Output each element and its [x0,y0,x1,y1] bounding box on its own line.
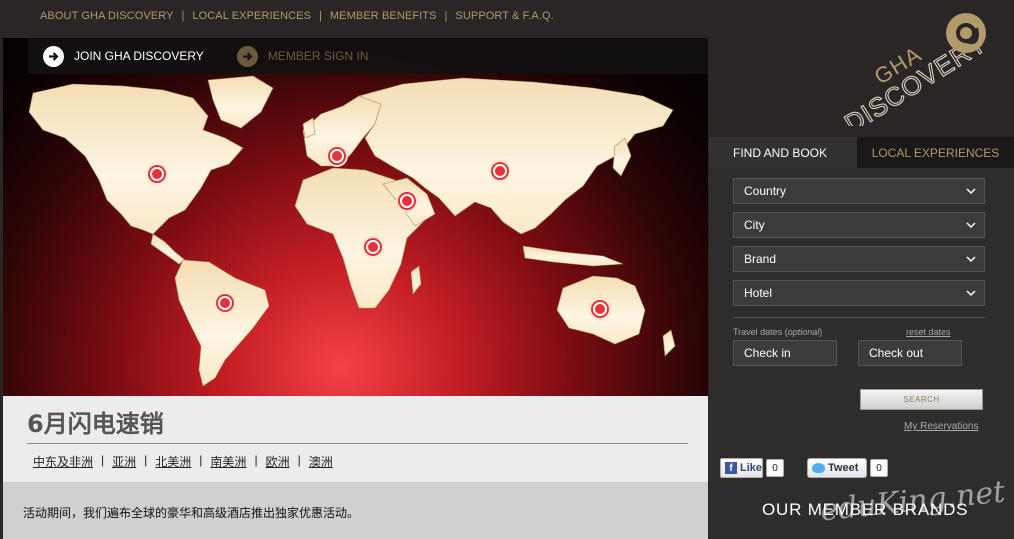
world-map-graphic [28,75,676,387]
my-reservations-link[interactable]: My Reservations [904,421,978,432]
region-link-middle-east-africa[interactable]: 中东及非洲 [33,453,93,470]
map-pin-south-america-icon[interactable] [214,292,236,314]
signin-label: MEMBER SIGN IN [267,49,369,63]
city-select-value: City [744,218,765,232]
promo-description-bar: 活动期间，我们遍布全球的豪华和高级酒店推出独家优惠活动。 [3,482,708,539]
promo-title: 6月闪电速销 [27,410,164,438]
map-pin-africa-icon[interactable] [362,236,384,258]
south-america-shape [174,259,270,387]
region-link-europe[interactable]: 欧洲 [266,453,290,470]
nav-separator: | [444,10,448,22]
top-nav: ABOUT GHA DISCOVERY | LOCAL EXPERIENCES … [40,9,554,23]
chevron-down-icon [966,290,976,297]
map-pin-europe-icon[interactable] [326,145,348,167]
hotel-select[interactable]: Hotel [733,280,985,306]
divider [27,443,688,444]
map-pin-australia-icon[interactable] [589,298,611,320]
nav-about[interactable]: ABOUT GHA DISCOVERY [40,10,174,22]
arrow-right-icon [43,45,64,67]
travel-dates-close: ) [819,327,823,337]
greenland-shape [207,75,274,129]
nav-separator: | [181,10,185,22]
join-bar: JOIN GHA DISCOVERY MEMBER SIGN IN [28,38,708,74]
facebook-icon: f [725,462,737,474]
tweet-count: 0 [870,459,888,477]
join-gha-discovery-link[interactable]: JOIN GHA DISCOVERY [43,38,204,74]
indonesia-shape [522,245,624,267]
twitter-bird-icon [812,463,825,473]
tweet-label: Tweet [828,462,859,474]
uk-shape [302,117,316,139]
gha-discovery-logo[interactable]: GHA DISCOVERY [820,6,1000,139]
join-label: JOIN GHA DISCOVERY [74,49,204,63]
region-separator: | [297,453,301,467]
tab-find-and-book[interactable]: FIND AND BOOK [709,137,857,168]
check-out-field[interactable]: Check out [858,340,962,366]
travel-dates-label: Travel dates (optional) [733,327,822,337]
promo-description: 活动期间，我们遍布全球的豪华和高级酒店推出独家优惠活动。 [23,506,360,520]
region-link-australia[interactable]: 澳洲 [309,453,333,470]
search-button[interactable]: SEARCH [860,389,983,410]
check-in-field[interactable]: Check in [733,340,837,366]
chevron-down-icon [966,188,976,195]
travel-dates-optional: optional [787,327,820,337]
chevron-down-icon [966,256,976,263]
nav-member-benefits[interactable]: MEMBER BENEFITS [330,10,437,22]
nav-support-faq[interactable]: SUPPORT & F.A.Q. [455,10,553,22]
member-sign-in-link[interactable]: MEMBER SIGN IN [236,38,369,74]
logo-graphic: GHA DISCOVERY [838,13,992,139]
logo-emblem-icon [946,13,986,53]
brand-select[interactable]: Brand [733,246,985,272]
promo-section: 6月闪电速销 中东及非洲 | 亚洲 | 北美洲 | 南美洲 | 欧洲 | 澳洲 [3,396,708,482]
country-select[interactable]: Country [733,178,985,204]
madagascar-shape [410,265,422,295]
tweet-button[interactable]: Tweet [807,458,867,478]
nav-separator: | [319,10,322,22]
divider [733,317,985,318]
nav-local-experiences[interactable]: LOCAL EXPERIENCES [192,10,311,22]
chevron-down-icon [966,222,976,229]
map-pin-asia-icon[interactable] [489,160,511,182]
north-america-shape [28,83,244,235]
region-link-south-america[interactable]: 南美洲 [210,453,246,470]
region-separator: | [254,453,258,467]
like-count: 0 [766,459,784,477]
world-map-panel: JOIN GHA DISCOVERY MEMBER SIGN IN [3,38,708,396]
travel-dates-text: Travel dates ( [733,327,788,337]
region-links: 中东及非洲 | 亚洲 | 北美洲 | 南美洲 | 欧洲 | 澳洲 [33,453,333,470]
region-separator: | [101,453,105,467]
like-label: Like [739,462,762,474]
tab-local-experiences[interactable]: LOCAL EXPERIENCES [857,137,1014,168]
central-america-shape [150,233,186,265]
hotel-select-value: Hotel [744,286,773,300]
region-separator: | [144,453,148,467]
social-buttons: f Like 0 Tweet 0 [720,458,888,478]
city-select[interactable]: City [733,212,985,238]
reset-dates-link[interactable]: reset dates [906,327,951,337]
map-pin-middle-east-icon[interactable] [396,190,418,212]
region-link-asia[interactable]: 亚洲 [112,453,136,470]
new-zealand-shape [662,329,676,357]
brand-select-value: Brand [744,252,777,266]
arrow-right-icon [236,45,258,67]
region-link-north-america[interactable]: 北美洲 [155,453,191,470]
map-pin-north-america-icon[interactable] [146,163,168,185]
region-separator: | [199,453,203,467]
facebook-like-button[interactable]: f Like [720,458,763,478]
country-select-value: Country [744,184,787,198]
